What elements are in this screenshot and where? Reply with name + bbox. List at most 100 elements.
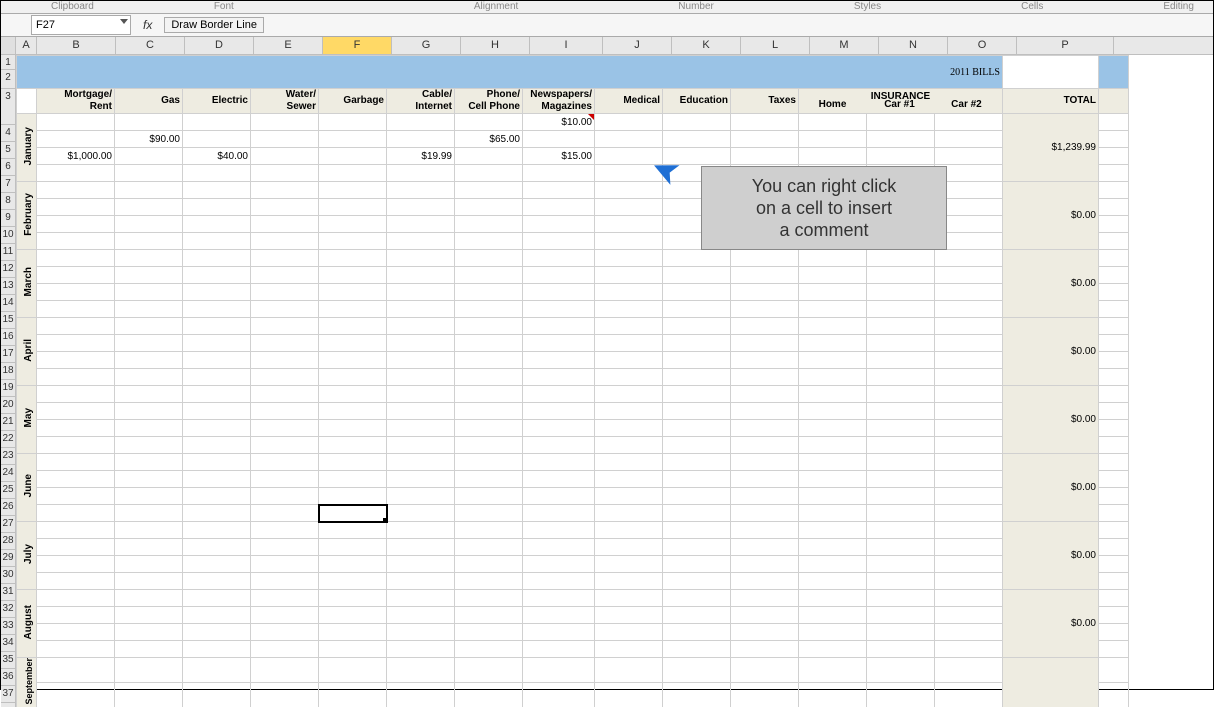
row-20[interactable]: 20 bbox=[1, 397, 15, 414]
sheet-title[interactable]: 2011 BILLS bbox=[17, 56, 1003, 89]
hdr-phone[interactable]: Phone/Cell Phone bbox=[455, 89, 523, 114]
hdr-garbage[interactable]: Garbage bbox=[319, 89, 387, 114]
month-january[interactable]: January bbox=[17, 114, 37, 182]
col-L[interactable]: L bbox=[741, 37, 810, 54]
row-35[interactable]: 35 bbox=[1, 652, 15, 669]
month-august[interactable]: August bbox=[17, 590, 37, 658]
row-17[interactable]: 17 bbox=[1, 346, 15, 363]
col-P[interactable]: P bbox=[1017, 37, 1114, 54]
hdr-gas[interactable]: Gas bbox=[115, 89, 183, 114]
row-4[interactable]: 4 bbox=[1, 125, 15, 142]
cell-I4[interactable]: $10.00 bbox=[523, 114, 595, 131]
row-11[interactable]: 11 bbox=[1, 244, 15, 261]
col-B[interactable]: B bbox=[37, 37, 116, 54]
row-3[interactable]: 3 bbox=[1, 89, 15, 125]
row-33[interactable]: 33 bbox=[1, 618, 15, 635]
row-31[interactable]: 31 bbox=[1, 584, 15, 601]
jun-total[interactable]: $0.00 bbox=[1003, 454, 1099, 522]
col-G[interactable]: G bbox=[392, 37, 461, 54]
month-september[interactable]: September bbox=[17, 658, 37, 707]
col-I[interactable]: I bbox=[530, 37, 603, 54]
sep-total[interactable] bbox=[1003, 658, 1099, 707]
cell-G6[interactable]: $19.99 bbox=[387, 148, 455, 165]
col-M[interactable]: M bbox=[810, 37, 879, 54]
col-K[interactable]: K bbox=[672, 37, 741, 54]
name-box[interactable]: F27 bbox=[31, 15, 131, 35]
col-A[interactable]: A bbox=[16, 37, 37, 54]
col-E[interactable]: E bbox=[254, 37, 323, 54]
row-1[interactable]: 1 bbox=[1, 55, 15, 70]
aug-total[interactable]: $0.00 bbox=[1003, 590, 1099, 658]
row-9[interactable]: 9 bbox=[1, 210, 15, 227]
row-8[interactable]: 8 bbox=[1, 193, 15, 210]
row-6[interactable]: 6 bbox=[1, 159, 15, 176]
cell-I6[interactable]: $15.00 bbox=[523, 148, 595, 165]
row-18[interactable]: 18 bbox=[1, 363, 15, 380]
row-29[interactable]: 29 bbox=[1, 550, 15, 567]
hdr-electric[interactable]: Electric bbox=[183, 89, 251, 114]
cell-C5[interactable]: $90.00 bbox=[115, 131, 183, 148]
row-36[interactable]: 36 bbox=[1, 669, 15, 686]
jan-total[interactable]: $1,239.99 bbox=[1003, 114, 1099, 182]
month-june[interactable]: June bbox=[17, 454, 37, 522]
row-28[interactable]: 28 bbox=[1, 533, 15, 550]
row-19[interactable]: 19 bbox=[1, 380, 15, 397]
row-37[interactable]: 37 bbox=[1, 686, 15, 703]
month-february[interactable]: February bbox=[17, 182, 37, 250]
row-22[interactable]: 22 bbox=[1, 431, 15, 448]
jul-total[interactable]: $0.00 bbox=[1003, 522, 1099, 590]
hdr-education[interactable]: Education bbox=[663, 89, 731, 114]
hdr-total[interactable]: TOTAL bbox=[1003, 89, 1099, 114]
hdr-mortgage[interactable]: Mortgage/Rent bbox=[37, 89, 115, 114]
hdr-medical[interactable]: Medical bbox=[595, 89, 663, 114]
col-F[interactable]: F bbox=[323, 37, 392, 54]
select-all-corner[interactable] bbox=[1, 37, 16, 54]
hdr-cable[interactable]: Cable/Internet bbox=[387, 89, 455, 114]
cell-B6[interactable]: $1,000.00 bbox=[37, 148, 115, 165]
hdr-taxes[interactable]: Taxes bbox=[731, 89, 799, 114]
apr-total[interactable]: $0.00 bbox=[1003, 318, 1099, 386]
month-march[interactable]: March bbox=[17, 250, 37, 318]
row-30[interactable]: 30 bbox=[1, 567, 15, 584]
fx-label[interactable]: fx bbox=[143, 18, 152, 32]
row-7[interactable]: 7 bbox=[1, 176, 15, 193]
row-13[interactable]: 13 bbox=[1, 278, 15, 295]
row-32[interactable]: 32 bbox=[1, 601, 15, 618]
row-15[interactable]: 15 bbox=[1, 312, 15, 329]
row-26[interactable]: 26 bbox=[1, 499, 15, 516]
name-box-dropdown-icon[interactable] bbox=[120, 19, 128, 24]
col-J[interactable]: J bbox=[603, 37, 672, 54]
row-12[interactable]: 12 bbox=[1, 261, 15, 278]
formula-bar-button[interactable]: Draw Border Line bbox=[164, 17, 264, 33]
may-total[interactable]: $0.00 bbox=[1003, 386, 1099, 454]
row-25[interactable]: 25 bbox=[1, 482, 15, 499]
row-24[interactable]: 24 bbox=[1, 465, 15, 482]
cell-F27-selected[interactable] bbox=[319, 505, 387, 522]
row-23[interactable]: 23 bbox=[1, 448, 15, 465]
month-july[interactable]: July bbox=[17, 522, 37, 590]
hdr-news[interactable]: Newspapers/Magazines bbox=[523, 89, 595, 114]
row-5[interactable]: 5 bbox=[1, 142, 15, 159]
hdr-insurance[interactable]: INSURANCE Home Car #1 Car #2 bbox=[799, 89, 1003, 114]
col-H[interactable]: H bbox=[461, 37, 530, 54]
month-april[interactable]: April bbox=[17, 318, 37, 386]
cell-B4[interactable] bbox=[37, 114, 115, 131]
spreadsheet[interactable]: 2011 BILLS Mortgage/Rent Gas Electric Wa… bbox=[16, 55, 1129, 707]
row-21[interactable]: 21 bbox=[1, 414, 15, 431]
feb-total[interactable]: $0.00 bbox=[1003, 182, 1099, 250]
row-27[interactable]: 27 bbox=[1, 516, 15, 533]
col-C[interactable]: C bbox=[116, 37, 185, 54]
col-O[interactable]: O bbox=[948, 37, 1017, 54]
month-may[interactable]: May bbox=[17, 386, 37, 454]
cell-H5[interactable]: $65.00 bbox=[455, 131, 523, 148]
col-N[interactable]: N bbox=[879, 37, 948, 54]
hdr-water[interactable]: Water/Sewer bbox=[251, 89, 319, 114]
row-14[interactable]: 14 bbox=[1, 295, 15, 312]
mar-total[interactable]: $0.00 bbox=[1003, 250, 1099, 318]
row-2[interactable]: 2 bbox=[1, 70, 15, 89]
col-D[interactable]: D bbox=[185, 37, 254, 54]
row-10[interactable]: 10 bbox=[1, 227, 15, 244]
row-34[interactable]: 34 bbox=[1, 635, 15, 652]
cell-D6[interactable]: $40.00 bbox=[183, 148, 251, 165]
row-16[interactable]: 16 bbox=[1, 329, 15, 346]
